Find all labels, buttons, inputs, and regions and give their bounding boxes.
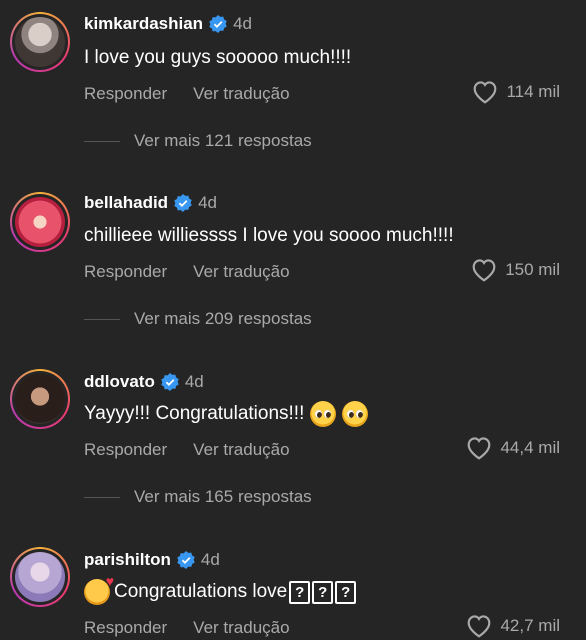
verified-badge-icon (174, 194, 192, 212)
like-count: 44,4 mil (500, 438, 560, 457)
avatar-image (15, 374, 65, 424)
pleading-face-emoji-icon (310, 401, 337, 427)
comment-time: 4d (184, 372, 204, 391)
unknown-glyph-icon: ? (335, 580, 357, 604)
like-count: 42,7 mil (500, 616, 560, 635)
translate-button[interactable]: Ver tradução (193, 84, 289, 104)
verified-badge-icon (209, 15, 227, 33)
comment-text: Yayyy!!! Congratulations!!! (84, 403, 305, 424)
heart-icon (474, 81, 497, 104)
replies-divider (84, 496, 120, 498)
replies-divider (84, 140, 120, 142)
username[interactable]: ddlovato (84, 372, 155, 392)
like-count: 150 mil (505, 260, 560, 279)
reply-button[interactable]: Responder (84, 84, 167, 104)
comment-time: 4d (233, 14, 252, 33)
reply-button[interactable]: Responder (84, 618, 167, 638)
unknown-glyph-icon: ? (312, 580, 334, 604)
comment-time: 4d (198, 193, 217, 212)
avatar[interactable] (10, 547, 70, 607)
view-replies-button[interactable]: Ver mais 209 respostas (84, 309, 312, 329)
heart-icon (468, 615, 491, 638)
view-replies-label: Ver mais 209 respostas (134, 309, 312, 328)
heart-icon (468, 437, 491, 460)
comment-text: I love you guys sooooo much!!!! (84, 47, 352, 68)
avatar-image (15, 197, 65, 247)
comment-text: chillieee williessss I love you soooo mu… (84, 225, 454, 246)
reply-button[interactable]: Responder (84, 262, 167, 282)
comment-text-row: Yayyy!!! Congratulations!!! (84, 401, 369, 427)
like-button[interactable]: 150 mil (471, 258, 560, 282)
view-replies-label: Ver mais 121 respostas (134, 131, 312, 150)
reply-button[interactable]: Responder (84, 440, 167, 460)
translate-button[interactable]: Ver tradução (193, 262, 289, 282)
like-button[interactable]: 114 mil (472, 80, 560, 104)
username[interactable]: parishilton (84, 550, 171, 570)
unknown-glyph-icon: ? (289, 580, 311, 604)
avatar[interactable] (10, 192, 70, 252)
translate-button[interactable]: Ver tradução (193, 618, 289, 638)
comment-text: Congratulations love (114, 581, 288, 602)
replies-divider (84, 318, 120, 320)
avatar[interactable] (10, 369, 70, 429)
view-replies-button[interactable]: Ver mais 165 respostas (84, 487, 312, 507)
translate-button[interactable]: Ver tradução (193, 440, 289, 460)
username[interactable]: bellahadid (84, 193, 168, 213)
like-count: 114 mil (506, 82, 560, 101)
avatar[interactable] (10, 12, 70, 72)
heart-icon (472, 259, 496, 282)
pleading-face-emoji-icon (342, 401, 369, 427)
like-button[interactable]: 42,7 mil (466, 614, 560, 638)
username[interactable]: kimkardashian (84, 14, 203, 34)
comment-text-row: Congratulations love ? ? ? (84, 573, 357, 605)
verified-badge-icon (161, 373, 179, 391)
comment-time: 4d (200, 550, 220, 569)
verified-badge-icon (177, 551, 195, 569)
smiling-face-with-hearts-emoji-icon (84, 573, 114, 605)
like-button[interactable]: 44,4 mil (466, 436, 560, 460)
view-replies-label: Ver mais 165 respostas (134, 487, 312, 506)
avatar-image (15, 552, 65, 602)
view-replies-button[interactable]: Ver mais 121 respostas (84, 131, 312, 151)
avatar-image (15, 17, 65, 67)
